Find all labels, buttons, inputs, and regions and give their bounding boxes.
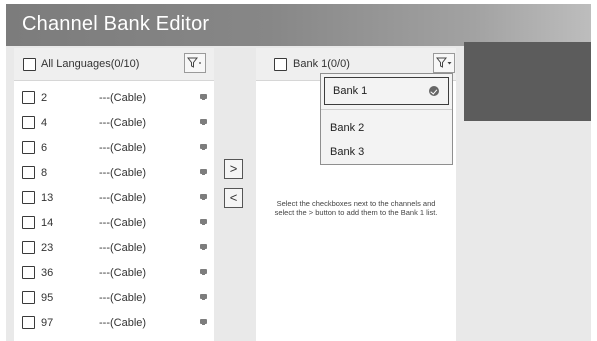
channel-row[interactable]: 97 ---(Cable) bbox=[14, 310, 214, 335]
title-bar: Channel Bank Editor bbox=[6, 4, 591, 46]
channel-checkbox[interactable] bbox=[22, 166, 35, 179]
channel-name: ---(Cable) bbox=[99, 142, 147, 154]
channel-name: ---(Cable) bbox=[99, 92, 147, 104]
dropdown-item-bank-2[interactable]: Bank 2 bbox=[321, 116, 452, 140]
add-to-bank-button[interactable]: > bbox=[224, 159, 243, 179]
channel-name: ---(Cable) bbox=[99, 292, 147, 304]
tv-icon bbox=[200, 219, 207, 225]
bank-dropdown-menu: Bank 1 Bank 2 Bank 3 bbox=[320, 73, 453, 165]
channel-row[interactable]: 8 ---(Cable) bbox=[14, 160, 214, 185]
filter-icon bbox=[187, 57, 201, 68]
channel-number: 14 bbox=[41, 217, 54, 229]
select-all-channels-checkbox[interactable] bbox=[23, 58, 36, 71]
tv-icon bbox=[200, 244, 207, 250]
channel-checkbox[interactable] bbox=[22, 116, 35, 129]
channel-list-header: All Languages(0/10) bbox=[14, 48, 214, 81]
channel-name: ---(Cable) bbox=[99, 317, 147, 329]
channel-name: ---(Cable) bbox=[99, 217, 147, 229]
transfer-controls: > < bbox=[214, 48, 256, 341]
channel-checkbox[interactable] bbox=[22, 291, 35, 304]
channel-checkbox[interactable] bbox=[22, 316, 35, 329]
channel-number: 95 bbox=[41, 292, 54, 304]
tv-icon bbox=[200, 269, 207, 275]
channel-number: 4 bbox=[41, 117, 48, 129]
tv-icon bbox=[200, 194, 207, 200]
channel-number: 6 bbox=[41, 142, 48, 154]
select-all-channels-label: All Languages(0/10) bbox=[41, 58, 140, 70]
channel-checkbox[interactable] bbox=[22, 266, 35, 279]
channel-number: 23 bbox=[41, 242, 54, 254]
dropdown-divider bbox=[321, 109, 452, 110]
channel-name: ---(Cable) bbox=[99, 242, 147, 254]
tv-icon bbox=[200, 144, 207, 150]
channel-row[interactable]: 23 ---(Cable) bbox=[14, 235, 214, 260]
tv-icon bbox=[200, 294, 207, 300]
dropdown-item-label: Bank 2 bbox=[330, 122, 365, 134]
remove-from-bank-button[interactable]: < bbox=[224, 188, 243, 208]
channel-row[interactable]: 14 ---(Cable) bbox=[14, 210, 214, 235]
select-all-bank-checkbox[interactable] bbox=[274, 58, 287, 71]
channel-row[interactable]: 6 ---(Cable) bbox=[14, 135, 214, 160]
channel-filter-button[interactable] bbox=[184, 53, 206, 73]
channel-row[interactable]: 95 ---(Cable) bbox=[14, 285, 214, 310]
window-title: Channel Bank Editor bbox=[22, 13, 210, 35]
channel-row[interactable]: 36 ---(Cable) bbox=[14, 260, 214, 285]
channel-checkbox[interactable] bbox=[22, 141, 35, 154]
dropdown-item-bank-3[interactable]: Bank 3 bbox=[321, 140, 452, 164]
channel-checkbox[interactable] bbox=[22, 91, 35, 104]
dark-side-panel bbox=[464, 42, 591, 121]
channel-row[interactable]: 4 ---(Cable) bbox=[14, 110, 214, 135]
dropdown-item-label: Bank 3 bbox=[330, 146, 365, 158]
channel-number: 13 bbox=[41, 192, 54, 204]
channel-name: ---(Cable) bbox=[99, 117, 147, 129]
bank-dropdown-button[interactable] bbox=[433, 53, 455, 73]
dropdown-item-label: Bank 1 bbox=[333, 85, 368, 97]
tv-icon bbox=[200, 169, 207, 175]
check-icon bbox=[429, 86, 439, 96]
channel-checkbox[interactable] bbox=[22, 216, 35, 229]
filter-icon bbox=[436, 57, 452, 68]
bank-empty-hint: Select the checkboxes next to the channe… bbox=[274, 199, 438, 217]
channel-row[interactable]: 2 ---(Cable) bbox=[14, 85, 214, 110]
channel-number: 97 bbox=[41, 317, 54, 329]
channel-name: ---(Cable) bbox=[99, 192, 147, 204]
channel-name: ---(Cable) bbox=[99, 267, 147, 279]
channel-row[interactable]: 13 ---(Cable) bbox=[14, 185, 214, 210]
bank-select-all-label: Bank 1(0/0) bbox=[293, 58, 350, 70]
channel-list-panel: All Languages(0/10) 2 ---(Cable) 4 ---(Cabl… bbox=[14, 48, 214, 341]
dropdown-item-bank-1[interactable]: Bank 1 bbox=[324, 77, 449, 105]
tv-icon bbox=[200, 94, 207, 100]
tv-icon bbox=[200, 119, 207, 125]
window: Channel Bank Editor All Languages(0/10) … bbox=[6, 4, 591, 341]
channel-number: 8 bbox=[41, 167, 48, 179]
channel-name: ---(Cable) bbox=[99, 167, 147, 179]
tv-icon bbox=[200, 319, 207, 325]
channel-number: 36 bbox=[41, 267, 54, 279]
channel-checkbox[interactable] bbox=[22, 241, 35, 254]
channel-number: 2 bbox=[41, 92, 48, 104]
channel-checkbox[interactable] bbox=[22, 191, 35, 204]
